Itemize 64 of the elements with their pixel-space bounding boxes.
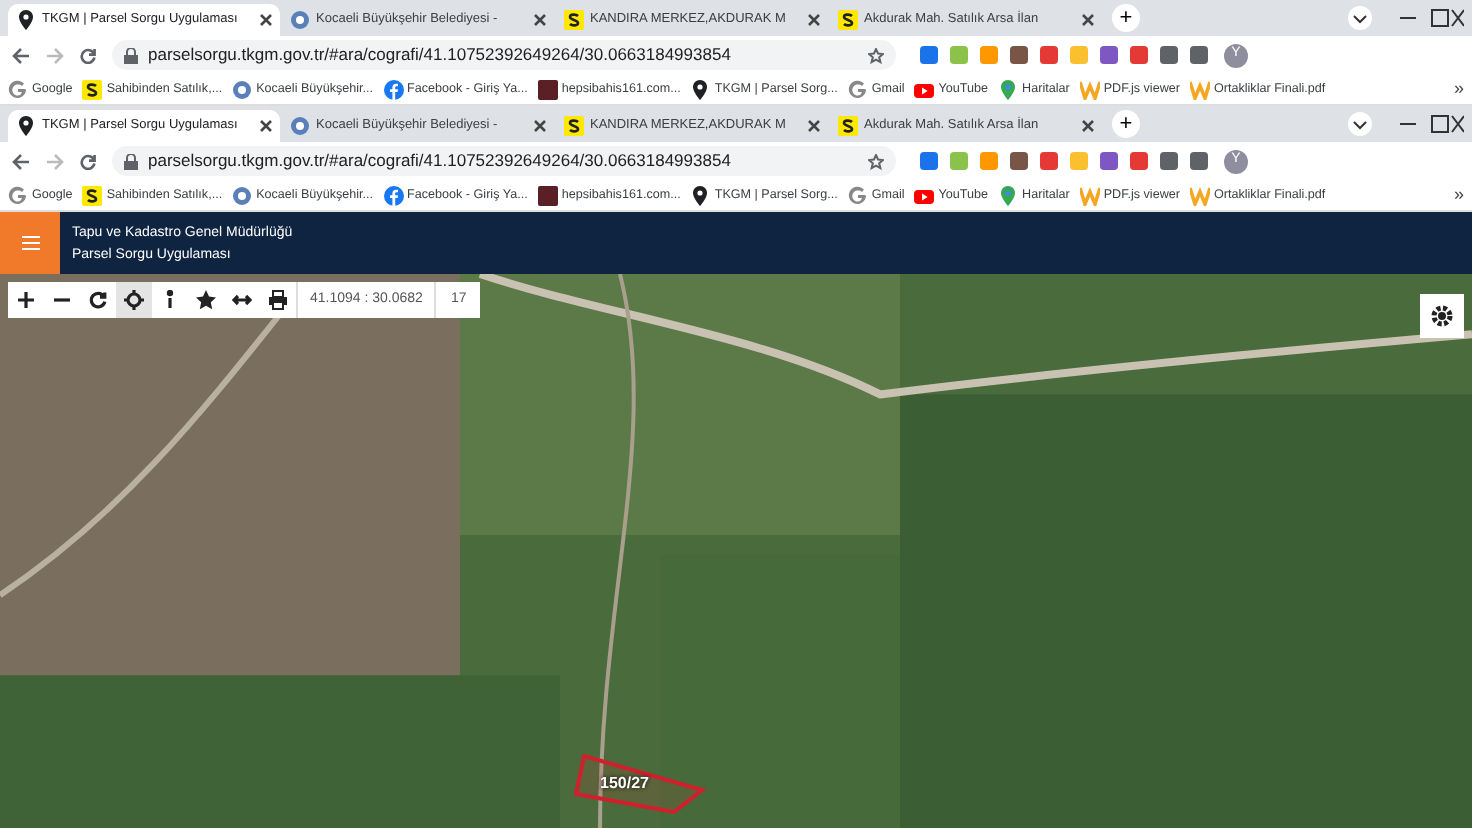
- crosshair-icon: [124, 290, 144, 310]
- refresh-icon: [88, 290, 108, 310]
- s-logo-icon: [564, 10, 584, 30]
- facebook-icon: [383, 185, 404, 205]
- close-icon[interactable]: [808, 120, 820, 132]
- settings-icon: [1430, 304, 1454, 328]
- close-icon[interactable]: [1082, 14, 1094, 26]
- star-icon: [196, 290, 216, 310]
- g-logo-icon: [847, 79, 868, 99]
- close-icon[interactable]: [534, 14, 546, 26]
- reload-icon[interactable]: [80, 47, 96, 63]
- lock-icon: [124, 47, 138, 63]
- s-logo-icon: [82, 185, 103, 205]
- double-arrow-icon: [232, 290, 252, 310]
- close-icon[interactable]: [260, 14, 272, 26]
- close-icon[interactable]: [808, 14, 820, 26]
- s-logo-icon: [82, 79, 103, 99]
- g-logo-icon: [8, 79, 28, 99]
- parcel-label: 150/27: [600, 772, 649, 796]
- menu-icon: [21, 236, 39, 250]
- w-logo-icon: [1189, 185, 1210, 205]
- close-icon[interactable]: [260, 120, 272, 132]
- window-controls-icon[interactable]: [1344, 112, 1464, 136]
- square-logo-icon: [537, 185, 558, 205]
- back-arrow-icon[interactable]: [12, 47, 30, 63]
- new-tab-button[interactable]: +: [1112, 4, 1140, 32]
- map-tool-button[interactable]: [116, 282, 152, 318]
- youtube-icon: [914, 79, 935, 99]
- pin-icon: [690, 185, 711, 205]
- facebook-icon: [383, 79, 404, 99]
- w-logo-icon: [1079, 185, 1100, 205]
- reload-icon[interactable]: [80, 153, 96, 169]
- settings-button[interactable]: [1420, 294, 1464, 338]
- g-logo-icon: [847, 185, 868, 205]
- new-tab-button[interactable]: +: [1112, 110, 1140, 138]
- address-bar[interactable]: parselsorgu.tkgm.gov.tr/#ara/cografi/41.10752392649264/30.0663184993854: [112, 40, 896, 70]
- close-icon[interactable]: [534, 120, 546, 132]
- more-bookmarks-button[interactable]: »: [1453, 181, 1464, 209]
- s-logo-icon: [838, 116, 858, 136]
- pin-icon: [16, 10, 36, 30]
- parcel-outline: [574, 754, 706, 814]
- url-text: parselsorgu.tkgm.gov.tr/#ara/cografi/41.10752392649264/30.0663184993854: [148, 148, 733, 174]
- square-logo-icon: [537, 79, 558, 99]
- lock-icon: [124, 153, 138, 169]
- printer-icon: [268, 290, 288, 310]
- pin-icon: [16, 116, 36, 136]
- address-bar[interactable]: parselsorgu.tkgm.gov.tr/#ara/cografi/41.10752392649264/30.0663184993854: [112, 146, 896, 176]
- youtube-icon: [914, 185, 935, 205]
- star-icon[interactable]: [868, 47, 884, 63]
- back-arrow-icon[interactable]: [12, 153, 30, 169]
- map-pin-icon: [998, 79, 1019, 99]
- w-logo-icon: [1189, 79, 1210, 99]
- plus-icon: [16, 290, 36, 310]
- map-pin-icon: [998, 185, 1019, 205]
- s-logo-icon: [564, 116, 584, 136]
- star-icon[interactable]: [868, 153, 884, 169]
- g-logo-icon: [8, 185, 28, 205]
- close-icon[interactable]: [1082, 120, 1094, 132]
- pin-icon: [690, 79, 711, 99]
- more-bookmarks-button[interactable]: »: [1453, 75, 1464, 103]
- s-logo-icon: [838, 10, 858, 30]
- window-controls-icon[interactable]: [1344, 6, 1464, 30]
- url-text: parselsorgu.tkgm.gov.tr/#ara/cografi/41.10752392649264/30.0663184993854: [148, 42, 733, 68]
- w-logo-icon: [1079, 79, 1100, 99]
